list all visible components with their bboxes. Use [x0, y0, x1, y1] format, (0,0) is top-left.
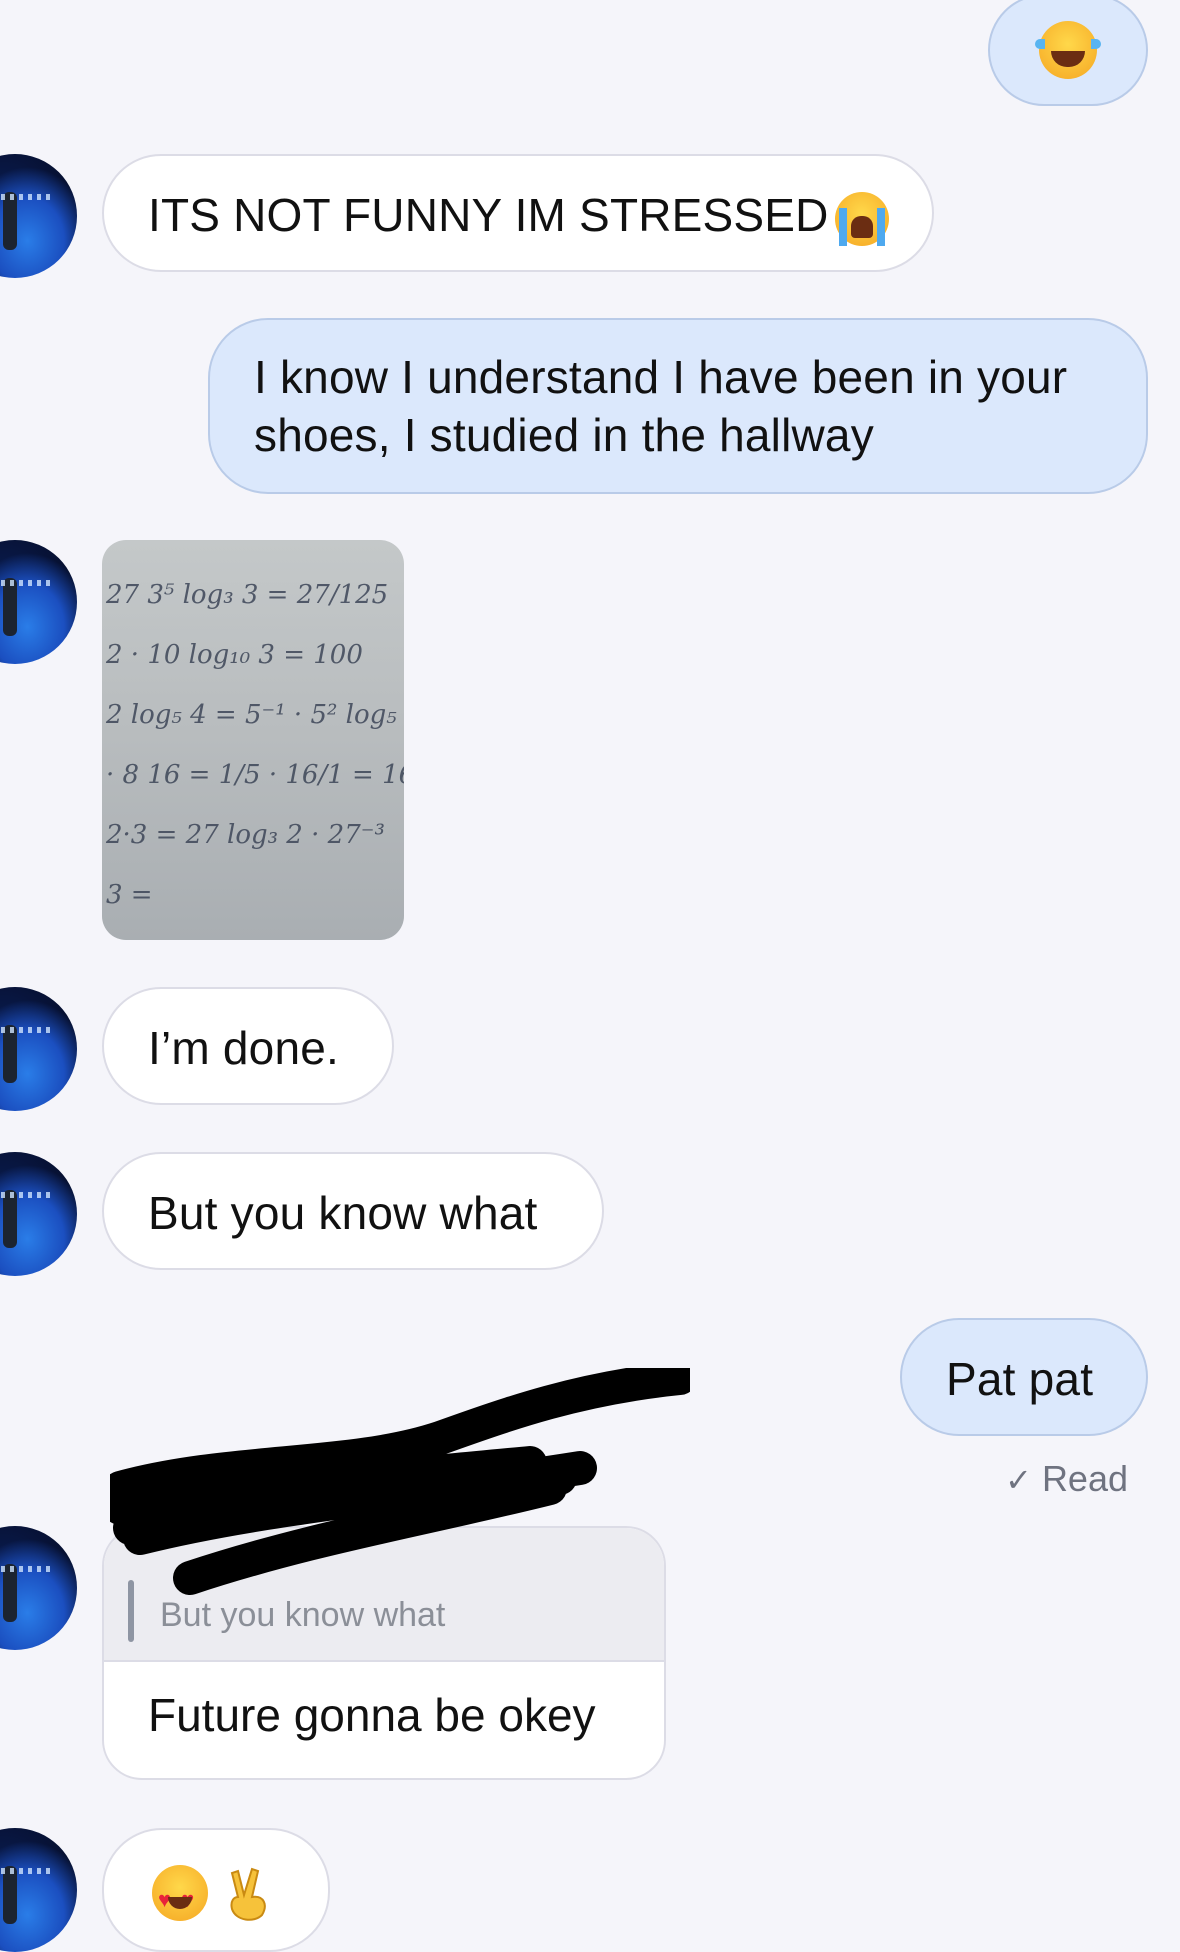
crying-emoji-icon [834, 191, 889, 246]
photo-line: 2 log₅ 4 = 5⁻¹ · 5² log₅ 4 · 3 [106, 700, 404, 730]
avatar[interactable] [0, 987, 77, 1111]
checkmark-icon: ✓ [1005, 1462, 1032, 1498]
victory-hand-emoji-icon [230, 1867, 266, 1921]
quoted-message[interactable]: But you know what [104, 1528, 664, 1662]
photo-line: 2·3 = 27 log₃ 2 · 27⁻³ [106, 820, 385, 850]
photo-line: 27 3⁵ log₃ 3 = 27/125 [106, 580, 389, 610]
outgoing-message-bubble[interactable]: I know I understand I have been in your … [208, 318, 1148, 494]
message-text-line-1: I know I understand I have been in your [254, 351, 1068, 403]
avatar[interactable] [0, 540, 77, 664]
message-text-line-2: shoes, I studied in the hallway [254, 409, 874, 461]
quote-bar [128, 1580, 134, 1642]
message-text: Pat pat [946, 1353, 1094, 1405]
photo-line: 2 · 10 log₁₀ 3 = 100 [106, 640, 363, 670]
incoming-message-bubble[interactable]: But you know what [102, 1152, 604, 1270]
outgoing-message-bubble[interactable]: Pat pat [900, 1318, 1148, 1436]
homework-photo-message[interactable]: 27 3⁵ log₃ 3 = 27/125 2 · 10 log₁₀ 3 = 1… [102, 540, 404, 940]
avatar[interactable] [0, 1526, 77, 1650]
message-text: Future gonna be okey [148, 1689, 596, 1741]
read-status: Read [1041, 1458, 1128, 1499]
incoming-emoji-bubble[interactable] [102, 1828, 330, 1952]
heart-eyes-emoji-icon [152, 1864, 208, 1929]
laughing-crying-emoji-icon [1035, 21, 1101, 79]
message-text: I’m done. [148, 1022, 340, 1074]
quoted-text: But you know what [160, 1596, 446, 1634]
reply-message-bubble[interactable]: But you know what Future gonna be okey [102, 1526, 666, 1780]
photo-line: 3 = [106, 880, 153, 910]
read-receipt: ✓ Read [1005, 1458, 1128, 1500]
avatar[interactable] [0, 154, 77, 278]
avatar[interactable] [0, 1152, 77, 1276]
avatar[interactable] [0, 1828, 77, 1952]
message-text: ITS NOT FUNNY IM STRESSED [148, 189, 829, 241]
outgoing-emoji-bubble[interactable] [988, 0, 1148, 106]
photo-line: · 8 16 = 1/5 · 16/1 = 16/5 = [106, 760, 404, 790]
incoming-message-bubble[interactable]: I’m done. [102, 987, 394, 1105]
message-text: But you know what [148, 1187, 538, 1239]
incoming-message-bubble[interactable]: ITS NOT FUNNY IM STRESSED [102, 154, 934, 272]
